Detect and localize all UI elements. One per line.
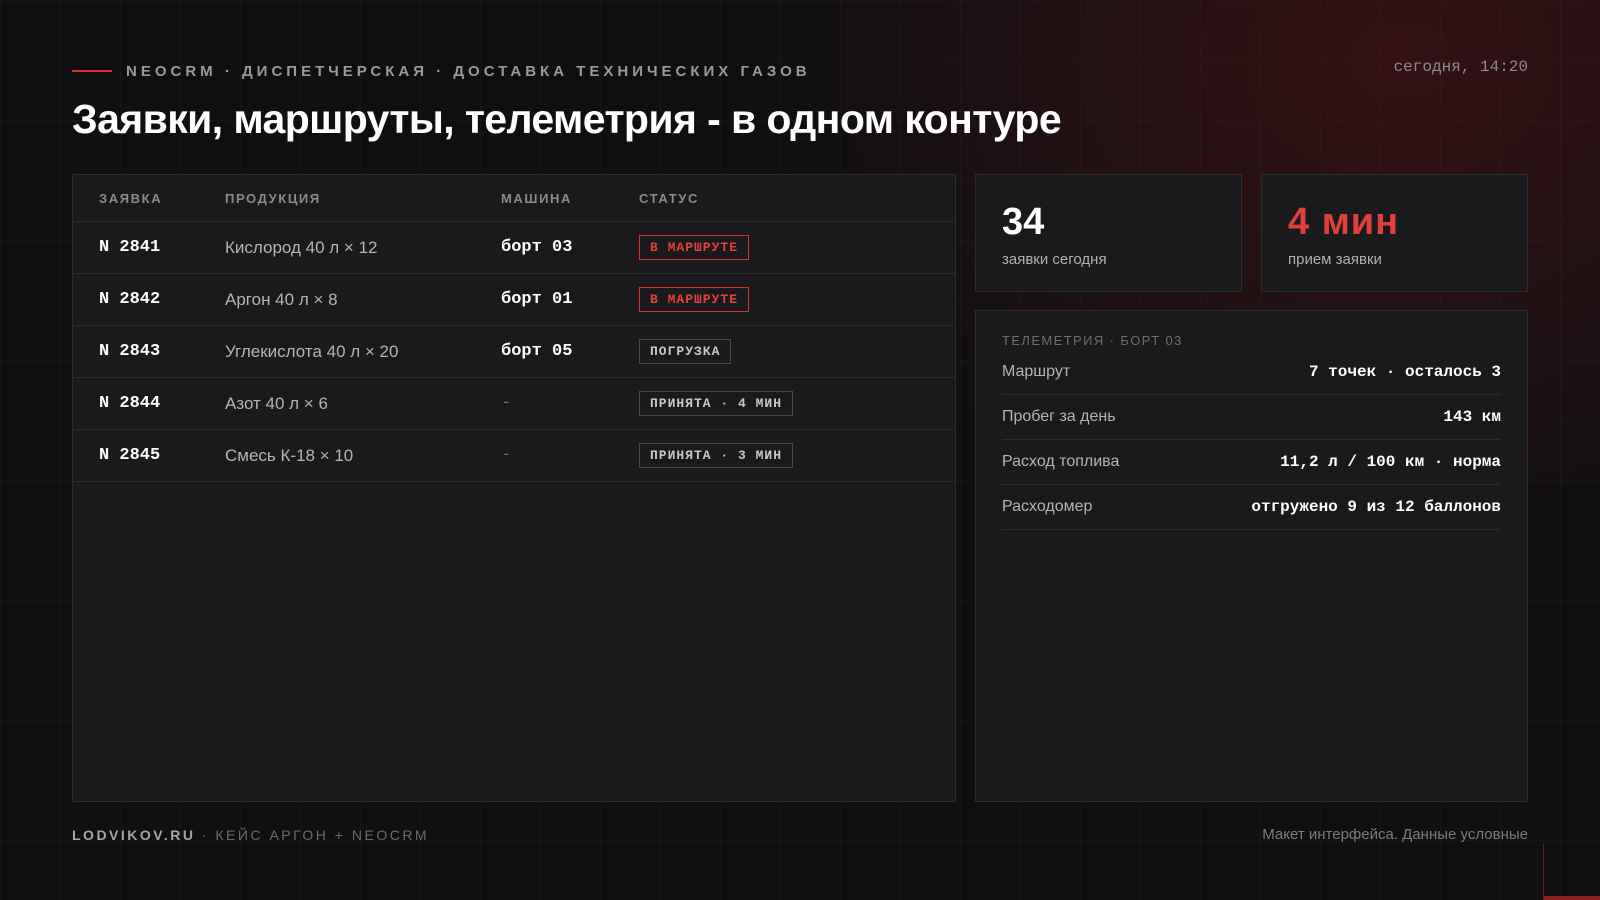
order-status-cell: В МАРШРУТЕ bbox=[639, 273, 955, 326]
order-id: N 2843 bbox=[73, 325, 225, 378]
status-badge: ПРИНЯТА · 4 МИН bbox=[639, 391, 794, 416]
orders-table: ЗАЯВКА ПРОДУКЦИЯ МАШИНА СТАТУС N 2841 Ки… bbox=[73, 175, 955, 482]
kpi-intake-time-label: прием заявки bbox=[1288, 251, 1382, 268]
status-badge: ПРИНЯТА · 3 МИН bbox=[639, 443, 794, 468]
order-status-cell: ПОГРУЗКА bbox=[639, 325, 955, 378]
column-header-status[interactable]: СТАТУС bbox=[639, 175, 955, 222]
order-status-cell: В МАРШРУТЕ bbox=[639, 221, 955, 274]
kpi-orders-today-label: заявки сегодня bbox=[1002, 251, 1107, 268]
order-product: Смесь К-18 × 10 bbox=[225, 429, 501, 482]
telemetry-row-mileage: Пробег за день 143 км bbox=[1002, 395, 1501, 440]
telemetry-row-fuel: Расход топлива 11,2 л / 100 км · норма bbox=[1002, 440, 1501, 485]
telemetry-label: Расходомер bbox=[1002, 498, 1093, 515]
order-id: N 2844 bbox=[73, 377, 225, 430]
telemetry-row-flowmeter: Расходомер отгружено 9 из 12 баллонов bbox=[1002, 485, 1501, 530]
column-header-vehicle[interactable]: МАШИНА bbox=[501, 175, 639, 222]
telemetry-label: Расход топлива bbox=[1002, 453, 1120, 470]
kpi-intake-time: 4 мин прием заявки bbox=[1261, 174, 1528, 292]
order-product: Аргон 40 л × 8 bbox=[225, 273, 501, 326]
telemetry-row-route: Маршрут 7 точек · осталось 3 bbox=[1002, 350, 1501, 395]
order-id: N 2842 bbox=[73, 273, 225, 326]
column-header-order[interactable]: ЗАЯВКА bbox=[73, 175, 225, 222]
column-header-product[interactable]: ПРОДУКЦИЯ bbox=[225, 175, 501, 222]
kpi-orders-today-value: 34 bbox=[1002, 201, 1045, 243]
telemetry-value: отгружено 9 из 12 баллонов bbox=[1251, 498, 1501, 516]
telemetry-label: Маршрут bbox=[1002, 363, 1071, 380]
footer-subtitle: · КЕЙС АРГОН + NEOCRM bbox=[195, 827, 430, 843]
table-row[interactable]: N 2844 Азот 40 л × 6 - ПРИНЯТА · 4 МИН bbox=[73, 377, 955, 430]
status-badge: В МАРШРУТЕ bbox=[639, 287, 750, 312]
telemetry-value: 143 км bbox=[1443, 408, 1501, 426]
footer-credits: LODVIKOV.RU · КЕЙС АРГОН + NEOCRM bbox=[72, 827, 429, 843]
page-title: Заявки, маршруты, телеметрия - в одном к… bbox=[72, 96, 1062, 142]
corner-decoration bbox=[1543, 843, 1600, 900]
order-vehicle: - bbox=[501, 377, 639, 430]
status-badge: В МАРШРУТЕ bbox=[639, 235, 750, 260]
table-row[interactable]: N 2845 Смесь К-18 × 10 - ПРИНЯТА · 3 МИН bbox=[73, 429, 955, 482]
kpi-intake-time-value: 4 мин bbox=[1288, 201, 1400, 243]
table-row[interactable]: N 2843 Углекислота 40 л × 20 борт 05 ПОГ… bbox=[73, 325, 955, 378]
table-header-row: ЗАЯВКА ПРОДУКЦИЯ МАШИНА СТАТУС bbox=[73, 175, 955, 222]
footer-disclaimer: Макет интерфейса. Данные условные bbox=[1262, 826, 1528, 843]
orders-panel: ЗАЯВКА ПРОДУКЦИЯ МАШИНА СТАТУС N 2841 Ки… bbox=[72, 174, 956, 802]
current-time: сегодня, 14:20 bbox=[1393, 58, 1528, 76]
order-id: N 2841 bbox=[73, 221, 225, 274]
order-status-cell: ПРИНЯТА · 4 МИН bbox=[639, 377, 955, 430]
table-row[interactable]: N 2842 Аргон 40 л × 8 борт 01 В МАРШРУТЕ bbox=[73, 273, 955, 326]
order-vehicle: борт 01 bbox=[501, 273, 639, 326]
footer-brand-link[interactable]: LODVIKOV.RU bbox=[72, 827, 195, 843]
order-vehicle: борт 03 bbox=[501, 221, 639, 274]
telemetry-title: ТЕЛЕМЕТРИЯ · БОРТ 03 bbox=[1002, 333, 1183, 348]
telemetry-label: Пробег за день bbox=[1002, 408, 1116, 425]
order-product: Кислород 40 л × 12 bbox=[225, 221, 501, 274]
order-status-cell: ПРИНЯТА · 3 МИН bbox=[639, 429, 955, 482]
order-vehicle: - bbox=[501, 429, 639, 482]
order-id: N 2845 bbox=[73, 429, 225, 482]
order-vehicle: борт 05 bbox=[501, 325, 639, 378]
table-row[interactable]: N 2841 Кислород 40 л × 12 борт 03 В МАРШ… bbox=[73, 221, 955, 274]
status-badge: ПОГРУЗКА bbox=[639, 339, 732, 364]
order-product: Углекислота 40 л × 20 bbox=[225, 325, 501, 378]
order-product: Азот 40 л × 6 bbox=[225, 377, 501, 430]
accent-line bbox=[72, 70, 112, 72]
header-eyebrow: NEOCRM · ДИСПЕТЧЕРСКАЯ · ДОСТАВКА ТЕХНИЧ… bbox=[126, 63, 811, 80]
kpi-orders-today: 34 заявки сегодня bbox=[975, 174, 1242, 292]
telemetry-value: 7 точек · осталось 3 bbox=[1308, 363, 1501, 381]
telemetry-panel: ТЕЛЕМЕТРИЯ · БОРТ 03 Маршрут 7 точек · о… bbox=[975, 310, 1528, 802]
telemetry-value: 11,2 л / 100 км · норма bbox=[1280, 453, 1501, 471]
